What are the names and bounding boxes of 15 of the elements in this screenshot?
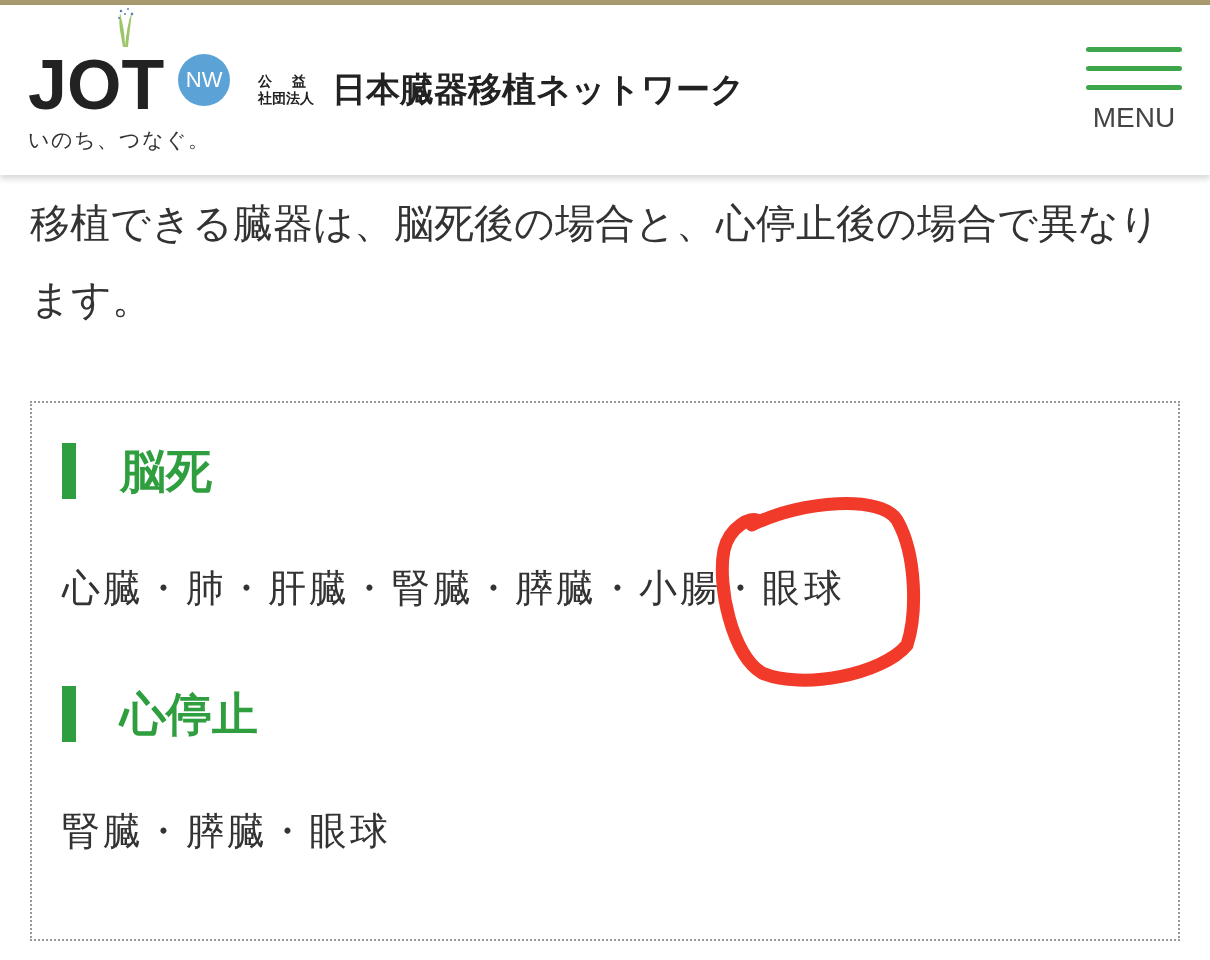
section-heading: 心停止 [62,686,1148,742]
intro-text: 移植できる臓器は、脳死後の場合と、心停止後の場合で異なります。 [30,199,1161,324]
section-heading: 脳死 [62,443,1148,499]
menu-icon [1086,46,1182,90]
organ-list: 腎臓・膵臓・眼球 [62,806,1148,857]
org-type-label: 社団法人 [258,90,316,107]
logo-badge: NW [178,54,231,106]
org-type-label: 公益 [258,73,327,90]
organ-list: 心臓・肺・肝臓・腎臓・膵臓・小腸・眼球 [62,563,1148,614]
logo-wordmark: JOT [28,46,166,124]
plant-icon [116,6,136,47]
org-name: 日本臓器移植ネットワーク [332,68,746,111]
logo-link[interactable]: JOT NW いのち、つなぐ。 [28,6,231,154]
menu-button[interactable]: MENU [1086,46,1182,134]
logo-tagline: いのち、つなぐ。 [28,126,211,154]
